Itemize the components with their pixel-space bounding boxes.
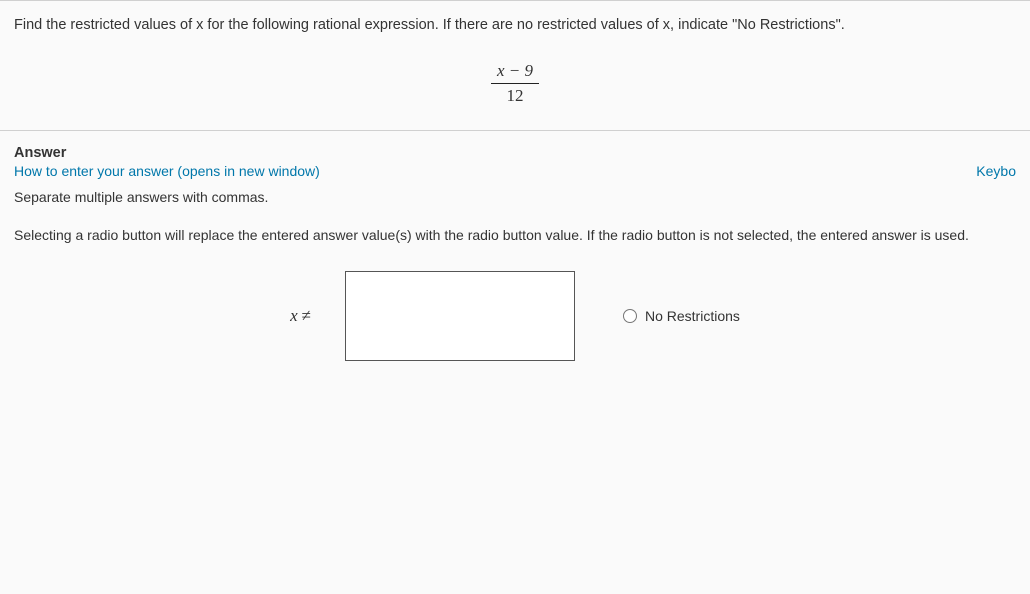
separate-answers-note: Separate multiple answers with commas. (14, 189, 1016, 205)
answer-section: Answer How to enter your answer (opens i… (0, 131, 1030, 361)
answer-input[interactable] (345, 271, 575, 361)
fraction-numerator: x − 9 (491, 61, 539, 84)
radio-explanation-note: Selecting a radio button will replace th… (14, 227, 1016, 243)
rational-expression: x − 9 12 (14, 61, 1016, 106)
no-restrictions-label[interactable]: No Restrictions (645, 308, 740, 324)
question-prompt: Find the restricted values of x for the … (14, 17, 1016, 33)
keyboard-shortcut-hint[interactable]: Keybo (976, 163, 1016, 179)
fraction: x − 9 12 (491, 61, 539, 106)
no-restrictions-radio[interactable] (623, 309, 637, 323)
fraction-denominator: 12 (491, 84, 539, 106)
answer-input-row: x≠ No Restrictions (14, 271, 1016, 361)
no-restrictions-group: No Restrictions (623, 308, 740, 324)
x-not-equal-label: x≠ (290, 306, 311, 326)
variable-x: x (290, 306, 298, 325)
help-link[interactable]: How to enter your answer (opens in new w… (14, 163, 1016, 179)
not-equal-symbol: ≠ (302, 306, 311, 325)
answer-heading: Answer (14, 145, 1016, 161)
question-section: Find the restricted values of x for the … (0, 0, 1030, 131)
